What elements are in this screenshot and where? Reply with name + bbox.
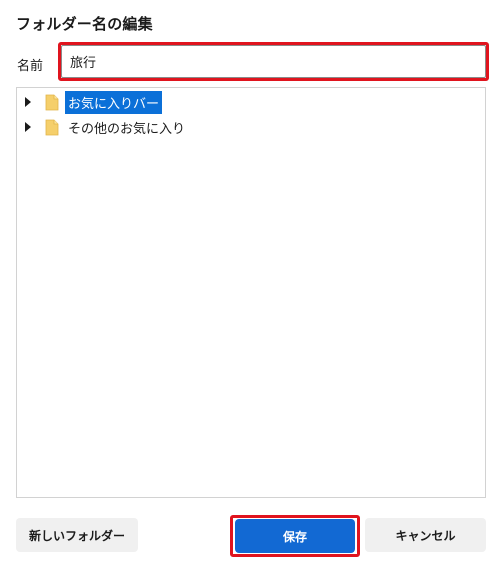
folder-name-input[interactable]	[61, 45, 486, 78]
tree-item-other-favorites[interactable]: その他のお気に入り	[17, 116, 188, 138]
name-label: 名前	[17, 59, 44, 74]
folder-icon	[45, 118, 59, 136]
tree-item-label[interactable]: お気に入りバー	[65, 90, 163, 114]
folder-icon	[45, 93, 59, 111]
tree-item-label[interactable]: その他のお気に入り	[65, 116, 188, 139]
cancel-button[interactable]: キャンセル	[365, 518, 486, 552]
folder-tree: お気に入りバー その他のお気に入り	[16, 87, 486, 498]
new-folder-button[interactable]: 新しいフォルダー	[16, 518, 138, 552]
save-button[interactable]: 保存	[235, 519, 355, 553]
dialog-title: フォルダー名の編集	[16, 15, 153, 33]
expand-caret-icon[interactable]	[23, 96, 33, 108]
expand-caret-icon[interactable]	[23, 121, 33, 133]
tree-item-favorites-bar[interactable]: お気に入りバー	[17, 90, 163, 114]
